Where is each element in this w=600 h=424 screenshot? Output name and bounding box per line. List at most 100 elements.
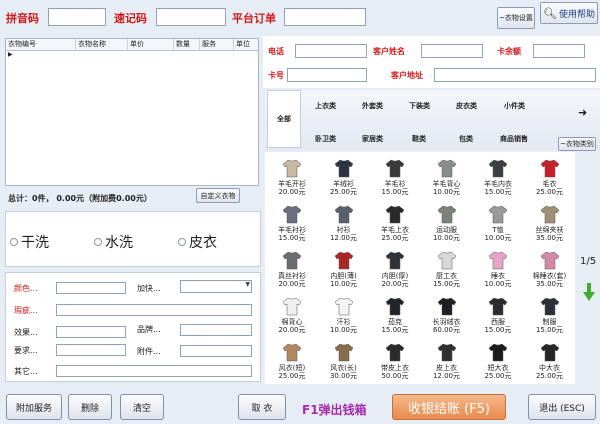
- address-input[interactable]: [434, 68, 596, 82]
- effect-input[interactable]: [56, 326, 126, 338]
- category-tab[interactable]: 卧卫类: [315, 134, 336, 144]
- product-price: 20.00元: [381, 280, 409, 288]
- cashbox-hint[interactable]: F1弹出钱箱: [302, 401, 367, 418]
- wash-dry[interactable]: 干洗: [10, 232, 49, 252]
- category-tab[interactable]: 下装类: [409, 101, 430, 111]
- wash-leather[interactable]: 皮衣: [178, 232, 217, 252]
- product-tile[interactable]: 羊毛衬衫 15.00元: [268, 201, 316, 253]
- other-label[interactable]: 其它...: [14, 366, 38, 377]
- product-name: T恤: [492, 226, 504, 234]
- customer-name-input[interactable]: [421, 44, 483, 58]
- clothes-settings-button[interactable]: ~衣物设置: [497, 7, 535, 29]
- product-tile[interactable]: 风衣(短) 25.00元: [268, 339, 316, 391]
- product-price: 20.00元: [278, 280, 306, 288]
- require-label[interactable]: 要求...: [14, 345, 38, 356]
- order-grid[interactable]: 衣物编号 衣物名称 单价 数量 服务 单位 ▶: [5, 38, 259, 186]
- product-tile[interactable]: 制服 15.00元: [526, 293, 574, 345]
- product-price: 20.00元: [278, 188, 306, 196]
- other-input[interactable]: [56, 365, 252, 377]
- pickup-button[interactable]: 取 衣: [238, 394, 286, 420]
- product-tile[interactable]: 羊毛开衫 20.00元: [268, 155, 316, 207]
- product-tile[interactable]: 厨工衣 15.00元: [423, 247, 471, 299]
- product-tile[interactable]: 风衣(长) 30.00元: [320, 339, 368, 391]
- product-price: 15.00元: [432, 280, 461, 288]
- col-header: 单价: [128, 39, 174, 50]
- require-input[interactable]: [56, 344, 126, 356]
- product-tile[interactable]: 长羽绒衣 60.00元: [423, 293, 471, 345]
- flaw-input[interactable]: [56, 304, 252, 316]
- product-price: 35.00元: [535, 234, 564, 242]
- category-tab[interactable]: 包类: [459, 134, 473, 144]
- clear-button[interactable]: 清空: [120, 394, 164, 420]
- product-tile[interactable]: 中大衣 25.00元: [526, 339, 574, 391]
- product-tile[interactable]: 丝绵夹袄 35.00元: [526, 201, 574, 253]
- delete-button[interactable]: 删除: [68, 394, 112, 420]
- category-tab[interactable]: 商品销售: [500, 134, 528, 144]
- category-tab[interactable]: 家居类: [362, 134, 383, 144]
- platform-order-input[interactable]: [284, 8, 366, 26]
- product-tile[interactable]: 睡衣 10.00元: [474, 247, 522, 299]
- col-header: 数量: [174, 39, 200, 50]
- product-price: 15.00元: [381, 326, 409, 334]
- clothes-category-button[interactable]: ~衣物类别: [558, 137, 596, 151]
- arrow-down-icon[interactable]: [583, 283, 595, 301]
- card-label: 卡号: [268, 71, 284, 80]
- color-input[interactable]: [56, 282, 126, 294]
- effect-label[interactable]: 效果...: [14, 327, 38, 338]
- pinyin-input[interactable]: [48, 8, 106, 26]
- product-tile[interactable]: 皮上衣 12.00元: [423, 339, 471, 391]
- product-tile[interactable]: 羊毛衫 15.00元: [371, 155, 419, 207]
- arrow-right-icon[interactable]: ➜: [578, 106, 587, 119]
- product-price: 30.00元: [329, 372, 358, 380]
- product-tile[interactable]: 羊毛上衣 25.00元: [371, 201, 419, 253]
- balance-input[interactable]: [533, 44, 585, 58]
- product-tile[interactable]: 毛衣 25.00元: [526, 155, 574, 207]
- product-tile[interactable]: 真丝衬衫 20.00元: [268, 247, 316, 299]
- col-header: 单位: [236, 40, 250, 48]
- product-tile[interactable]: 运动服 10.00元: [423, 201, 471, 253]
- product-tile[interactable]: T恤 10.00元: [474, 201, 522, 253]
- product-tile[interactable]: 棉背心 20.00元: [268, 293, 316, 345]
- accessory-input[interactable]: [180, 345, 252, 357]
- product-name: 羊绒衫: [333, 180, 354, 188]
- product-tile[interactable]: 羊毛内衣 15.00元: [474, 155, 522, 207]
- product-tile[interactable]: 羊绒衫 25.00元: [320, 155, 368, 207]
- category-tab[interactable]: 外套类: [362, 101, 383, 111]
- product-tile[interactable]: 茄克 15.00元: [371, 293, 419, 345]
- category-all-tab[interactable]: 全部: [267, 90, 301, 148]
- product-tile[interactable]: 棉睡衣(套) 35.00元: [526, 247, 574, 299]
- urgent-select[interactable]: ▼: [180, 280, 252, 293]
- exit-button[interactable]: 退出 (ESC): [528, 394, 596, 420]
- product-tile[interactable]: 衬衫 12.00元: [320, 201, 368, 253]
- product-tile[interactable]: 西服 15.00元: [474, 293, 522, 345]
- product-tile[interactable]: 短大衣 25.00元: [474, 339, 522, 391]
- color-label[interactable]: 颜色...: [14, 283, 38, 294]
- radio-icon: [94, 238, 102, 246]
- custom-clothes-button[interactable]: 自定义衣物: [196, 188, 240, 203]
- brand-input[interactable]: [180, 324, 252, 336]
- quick-code-input[interactable]: [156, 8, 226, 26]
- product-tile[interactable]: 羊毛背心 10.00元: [423, 155, 471, 207]
- brand-label[interactable]: 品牌...: [137, 324, 161, 335]
- wash-water[interactable]: 水洗: [94, 232, 133, 252]
- extra-service-button[interactable]: 附加服务: [6, 394, 62, 420]
- product-tile[interactable]: 汗衫 10.00元: [320, 293, 368, 345]
- garment-icon: [385, 342, 405, 362]
- accessory-label[interactable]: 附件...: [137, 346, 161, 357]
- garment-icon: [437, 342, 457, 362]
- product-tile[interactable]: 内胆(薄) 10.00元: [320, 247, 368, 299]
- product-name: 羊毛上衣: [381, 226, 409, 234]
- category-tab[interactable]: 上衣类: [315, 101, 336, 111]
- product-name: 中大衣: [539, 364, 560, 372]
- category-tab[interactable]: 小件类: [504, 101, 525, 111]
- product-tile[interactable]: 内胆(厚) 20.00元: [371, 247, 419, 299]
- phone-input[interactable]: [295, 44, 367, 58]
- urgent-label[interactable]: 加快...: [137, 283, 161, 294]
- flaw-label[interactable]: 瑕疵...: [14, 305, 38, 316]
- checkout-button[interactable]: 收银结账 (F5): [392, 394, 506, 420]
- product-tile[interactable]: 带皮上衣 50.00元: [371, 339, 419, 391]
- help-button[interactable]: 🔍︎ 使用帮助: [540, 2, 598, 24]
- category-tab[interactable]: 鞋类: [412, 134, 426, 144]
- category-tab[interactable]: 皮衣类: [456, 101, 477, 111]
- card-input[interactable]: [287, 68, 367, 82]
